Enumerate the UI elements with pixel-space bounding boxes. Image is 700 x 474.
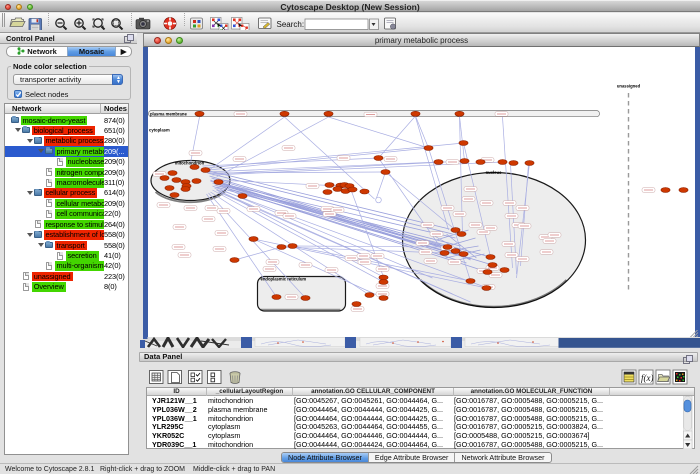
svg-text:cytoplasm: cytoplasm: [149, 128, 170, 133]
svg-text:unassigned: unassigned: [616, 84, 640, 89]
svg-text:mitochondrion: mitochondrion: [174, 161, 204, 166]
svg-text:f(x): f(x): [641, 373, 654, 383]
svg-text:plasma membrane: plasma membrane: [150, 111, 187, 116]
svg-text:Search:: Search:: [277, 20, 305, 29]
svg-text:nucleus: nucleus: [485, 170, 501, 175]
svg-text:endoplasmic reticulum: endoplasmic reticulum: [260, 277, 306, 282]
